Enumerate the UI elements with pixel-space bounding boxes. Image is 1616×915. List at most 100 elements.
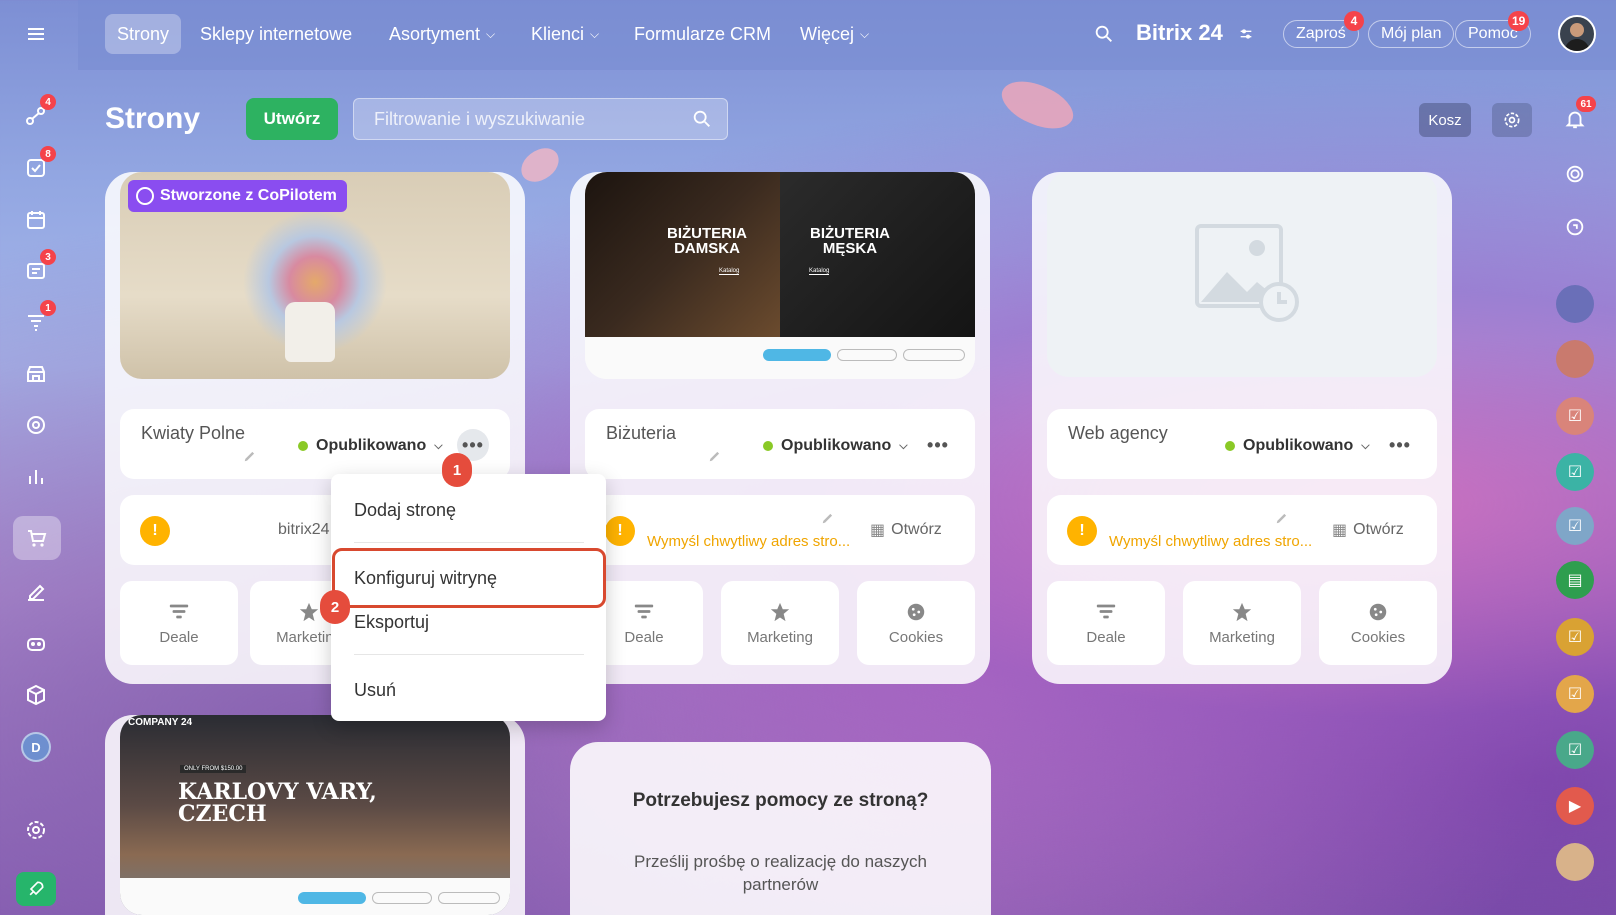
- pencil-icon[interactable]: [821, 511, 835, 530]
- thumb-catalog-left: Katalog: [719, 268, 740, 275]
- site-thumbnail[interactable]: COMPANY 24 ONLY FROM $150.00 KARLOVY VAR…: [120, 715, 510, 915]
- feed-icon[interactable]: 3: [16, 249, 56, 291]
- publish-status[interactable]: Opublikowano ⌵: [298, 437, 443, 455]
- marketing-button[interactable]: Marketing: [721, 581, 839, 665]
- site-card-bizuteria: BIŻUTERIA DAMSKA BIŻUTERIA MĘSKA Katalog…: [570, 172, 990, 684]
- user-avatar-small[interactable]: D: [16, 727, 56, 767]
- menu-export[interactable]: Eksportuj: [354, 612, 429, 633]
- highlight-frame: [332, 548, 606, 608]
- bell-icon[interactable]: 61: [1556, 96, 1596, 138]
- publish-status[interactable]: Opublikowano ⌵: [1225, 437, 1370, 455]
- sign-icon[interactable]: [16, 572, 56, 612]
- menu-icon[interactable]: [16, 14, 56, 54]
- store-icon[interactable]: [16, 354, 56, 394]
- task-check-icon[interactable]: ☑: [1556, 397, 1594, 435]
- copilot-icon[interactable]: [1556, 155, 1594, 193]
- marketing-button[interactable]: Marketing: [1183, 581, 1301, 665]
- cookie-settings-preview: [438, 892, 500, 904]
- nav-asortyment[interactable]: Asortyment ⌵: [377, 14, 507, 54]
- activity-icon[interactable]: 4: [16, 94, 56, 136]
- create-button[interactable]: Utwórz: [246, 98, 338, 140]
- chevron-down-icon: ⌵: [1361, 439, 1370, 452]
- warning-icon: !: [1067, 516, 1097, 546]
- nav-label: Asortyment: [389, 23, 481, 44]
- thumb-headline: KARLOVY VARY, CZECH: [178, 779, 377, 827]
- cookies-button[interactable]: Cookies: [1319, 581, 1437, 665]
- trash-button[interactable]: Kosz: [1419, 103, 1471, 137]
- search-icon[interactable]: [1093, 23, 1115, 50]
- pencil-icon[interactable]: [708, 449, 722, 468]
- user-avatar[interactable]: [1558, 15, 1596, 53]
- gear-icon[interactable]: [1492, 103, 1532, 137]
- cookie-icon: [1369, 603, 1387, 620]
- nav-klienci[interactable]: Klienci ⌵: [519, 14, 611, 54]
- url-warning[interactable]: Wymyśl chwytliwy adres stro...: [1109, 533, 1312, 550]
- menu-add-page[interactable]: Dodaj stronę: [354, 500, 456, 521]
- site-thumbnail[interactable]: Stworzone z CoPilotem: [120, 172, 510, 379]
- site-actions: Deale Marketing Cookies: [585, 581, 975, 665]
- rocket-icon[interactable]: [16, 872, 56, 906]
- tasks-icon[interactable]: 8: [16, 146, 56, 188]
- site-thumbnail[interactable]: BIŻUTERIA DAMSKA BIŻUTERIA MĘSKA Katalog…: [585, 172, 975, 379]
- menu-delete[interactable]: Usuń: [354, 680, 396, 701]
- pencil-icon[interactable]: [1275, 511, 1289, 530]
- task-check-icon[interactable]: ☑: [1556, 675, 1594, 713]
- contact-avatar[interactable]: [1556, 340, 1594, 378]
- settings-icon[interactable]: [16, 810, 56, 850]
- chevron-down-icon: ⌵: [590, 26, 600, 41]
- analytics-icon[interactable]: [16, 456, 56, 496]
- help-card[interactable]: Potrzebujesz pomocy ze stroną? Prześlij …: [570, 742, 991, 915]
- cookies-button[interactable]: Cookies: [857, 581, 975, 665]
- url-warning[interactable]: Wymyśl chwytliwy adres stro...: [647, 533, 850, 550]
- nav-strony[interactable]: Strony: [105, 14, 182, 54]
- status-label: Opublikowano: [316, 437, 427, 454]
- more-options-button[interactable]: •••: [922, 429, 954, 461]
- publish-status[interactable]: Opublikowano ⌵: [763, 437, 908, 455]
- tasks-badge: 8: [40, 146, 56, 162]
- more-options-button[interactable]: •••: [1384, 429, 1416, 461]
- nav-formularze[interactable]: Formularze CRM: [622, 14, 783, 54]
- filters-icon[interactable]: 1: [16, 300, 56, 342]
- action-label: Deale: [1086, 628, 1126, 646]
- my-plan-button[interactable]: Mój plan: [1368, 20, 1455, 48]
- shop-cart-icon[interactable]: [13, 516, 61, 560]
- site-actions: Deale Marketing Cookies: [1047, 581, 1437, 665]
- brand-logo[interactable]: Bitrix 24: [1136, 20, 1223, 46]
- nav-sklepy[interactable]: Sklepy internetowe: [188, 14, 364, 54]
- deals-button[interactable]: Deale: [1047, 581, 1165, 665]
- warning-icon: !: [605, 516, 635, 546]
- left-sidebar: 4 8 3 1 D: [0, 0, 72, 915]
- contact-avatar[interactable]: [1556, 843, 1594, 881]
- calendar-icon[interactable]: [16, 200, 56, 240]
- chat-search-icon[interactable]: [1556, 208, 1594, 246]
- nav-label: Klienci: [531, 23, 585, 44]
- action-label: Deale: [624, 628, 664, 646]
- site-url[interactable]: bitrix24: [278, 521, 330, 539]
- warning-icon: !: [140, 516, 170, 546]
- cube-icon[interactable]: [16, 675, 56, 715]
- task-check-icon[interactable]: ☑: [1556, 618, 1594, 656]
- target-icon[interactable]: [16, 405, 56, 445]
- open-site-button[interactable]: ▦ Otwórz: [870, 520, 942, 540]
- site-url-box: ! Wymyśl chwytliwy adres stro... ▦ Otwór…: [585, 495, 975, 565]
- image-placeholder-icon: [1195, 224, 1299, 322]
- contact-avatar[interactable]: [1556, 285, 1594, 323]
- task-check-icon[interactable]: ☑: [1556, 731, 1594, 769]
- chevron-down-icon: ⌵: [486, 26, 496, 41]
- thumb-promo: ONLY FROM $150.00: [180, 765, 247, 773]
- task-check-icon[interactable]: ☑: [1556, 453, 1594, 491]
- sheet-icon[interactable]: ▤: [1556, 561, 1594, 599]
- robot-icon[interactable]: [16, 623, 56, 663]
- open-site-button[interactable]: ▦ Otwórz: [1332, 520, 1404, 540]
- thumb-catalog-right: Katalog: [809, 268, 830, 275]
- video-icon[interactable]: ▶: [1556, 787, 1594, 825]
- search-icon[interactable]: [691, 108, 713, 135]
- search-input[interactable]: Filtrowanie i wyszukiwanie: [353, 98, 728, 140]
- nav-wiecej[interactable]: Więcej ⌵: [788, 14, 881, 54]
- task-check-icon[interactable]: ☑: [1556, 507, 1594, 545]
- nav-label: Formularze CRM: [634, 23, 772, 44]
- sliders-icon[interactable]: [1238, 26, 1254, 47]
- site-thumbnail[interactable]: [1047, 172, 1437, 377]
- pencil-icon[interactable]: [243, 449, 257, 468]
- deals-button[interactable]: Deale: [120, 581, 238, 665]
